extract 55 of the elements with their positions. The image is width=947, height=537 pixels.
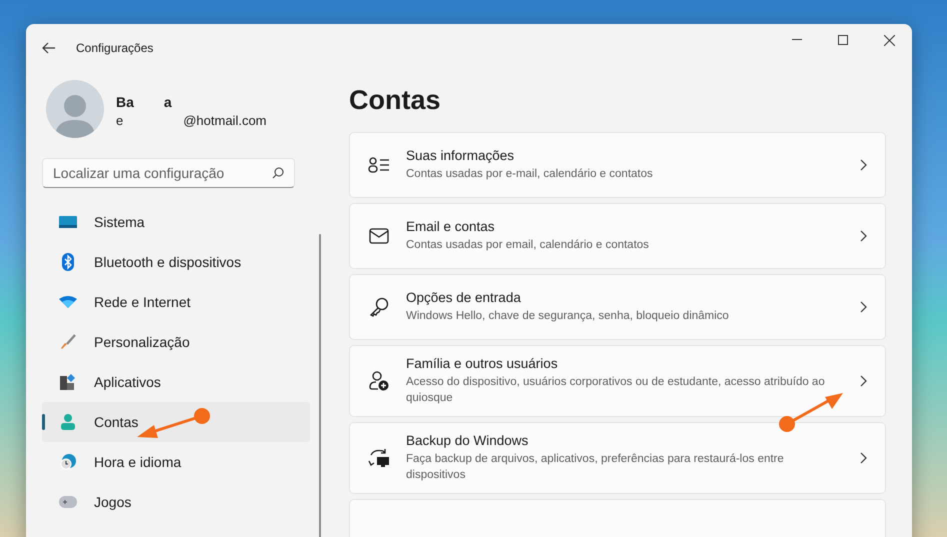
apps-icon bbox=[60, 374, 76, 390]
user-name: Ba bbox=[116, 94, 134, 110]
card-title: Família e outros usuários bbox=[406, 356, 559, 371]
monitor-icon bbox=[59, 216, 77, 228]
window-title: Configurações bbox=[76, 41, 154, 55]
chevron-right-icon bbox=[860, 452, 867, 464]
sidebar-item[interactable]: Personalização bbox=[42, 322, 310, 362]
back-arrow-icon[interactable] bbox=[42, 42, 56, 54]
search-field[interactable]: Localizar uma configuração bbox=[42, 158, 295, 188]
annotation-arrow bbox=[779, 393, 843, 432]
sidebar-item[interactable]: Contas bbox=[42, 402, 310, 442]
sidebar-item[interactable]: Jogos bbox=[42, 482, 310, 522]
card-title: Backup do Windows bbox=[406, 433, 530, 448]
sidebar-item[interactable]: Hora e idioma bbox=[42, 442, 310, 482]
card-description: Faça backup de arquivos, aplicativos, preferências para restaurá-los entre dispositivos bbox=[406, 452, 785, 483]
settings-card[interactable]: Opções de entrada Windows Hello, chave de segurança, senha, bloqueio dinâmico bbox=[349, 274, 886, 340]
card-description: Acesso do dispositivo, usuários corporativos ou de estudante, acesso atribuído ao quiosque bbox=[406, 375, 826, 406]
card-title: Opções de entrada bbox=[406, 290, 522, 305]
card-description: Windows Hello, chave de segurança, senha, bloqueio dinâmico bbox=[406, 309, 730, 324]
chevron-right-icon bbox=[860, 230, 867, 242]
close-icon bbox=[884, 34, 894, 46]
sidebar-item[interactable]: Sistema bbox=[42, 202, 310, 242]
settings-card[interactable]: Família e outros usuários Acesso do dispositivo, usuários corporativos ou de estudante, acesso atribuído ao quiosque bbox=[349, 345, 886, 417]
user-email: @hotmail.com bbox=[183, 113, 267, 128]
wifi-icon bbox=[59, 296, 77, 308]
page-title: Contas bbox=[349, 84, 442, 117]
chevron-right-icon bbox=[860, 159, 867, 171]
add-user-icon bbox=[369, 371, 389, 391]
minimize-icon bbox=[792, 39, 802, 41]
paintbrush-icon bbox=[60, 334, 76, 350]
settings-card[interactable]: Suas informações Contas usadas por e-mail, calendário e contatos bbox=[349, 132, 886, 198]
chevron-right-icon bbox=[860, 301, 867, 313]
profile-list-icon bbox=[368, 157, 390, 173]
sync-monitor-icon bbox=[368, 448, 390, 468]
user-email: e bbox=[116, 113, 124, 128]
envelope-icon bbox=[369, 228, 389, 244]
chevron-right-icon bbox=[860, 375, 867, 387]
card-title: Suas informações bbox=[406, 148, 516, 163]
bluetooth-icon bbox=[62, 253, 74, 271]
user-name: a bbox=[164, 94, 172, 110]
key-icon bbox=[369, 297, 389, 317]
sidebar-item[interactable]: Aplicativos bbox=[42, 362, 310, 402]
clock-globe-icon bbox=[60, 454, 76, 470]
sidebar-item[interactable]: Rede e Internet bbox=[42, 282, 310, 322]
card-description: Contas usadas por email, calendário e contatos bbox=[406, 238, 650, 253]
card-title: Email e contas bbox=[406, 219, 496, 234]
sidebar-item[interactable]: Bluetooth e dispositivos bbox=[42, 242, 310, 282]
maximize-icon bbox=[838, 35, 848, 45]
gamepad-icon bbox=[59, 496, 77, 508]
settings-card[interactable]: Email e contas Contas usadas por email, calendário e contatos bbox=[349, 203, 886, 269]
card-description: Contas usadas por e-mail, calendário e contatos bbox=[406, 167, 654, 182]
search-icon bbox=[272, 167, 284, 179]
scrollbar[interactable] bbox=[319, 234, 321, 537]
settings-card[interactable]: Backup do Windows Faça backup de arquivos, aplicativos, preferências para restaurá-los entre dispositivos bbox=[349, 422, 886, 494]
person-icon bbox=[61, 414, 75, 430]
